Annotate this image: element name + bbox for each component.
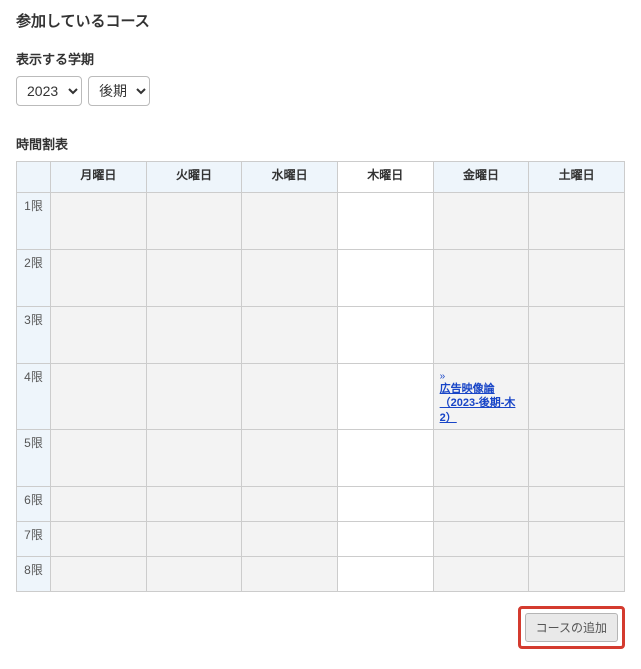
cell [433,521,529,556]
cell [337,556,433,591]
cell [51,364,147,430]
cell [529,429,625,486]
link-arrow-icon: » [440,371,446,382]
cell [146,429,242,486]
cell [51,556,147,591]
cell [146,521,242,556]
cell [433,556,529,591]
cell [337,521,433,556]
cell [51,307,147,364]
cell [146,364,242,430]
cell [51,193,147,250]
cell [529,250,625,307]
cell [529,521,625,556]
period-head-4: 4限 [17,364,51,430]
term-label: 表示する学期 [16,49,625,68]
day-header-sat: 土曜日 [529,162,625,193]
timetable-corner [17,162,51,193]
cell [433,193,529,250]
day-header-wed: 水曜日 [242,162,338,193]
course-link[interactable]: 広告映像論（2023-後期-木2） [440,382,523,425]
period-head-1: 1限 [17,193,51,250]
page-title: 参加しているコース [16,10,625,31]
cell [146,250,242,307]
cell [242,486,338,521]
cell [337,364,433,430]
cell [337,193,433,250]
cell [529,486,625,521]
cell [51,429,147,486]
year-select[interactable]: 2023 [16,76,82,106]
cell [529,556,625,591]
period-head-8: 8限 [17,556,51,591]
cell [529,307,625,364]
cell [337,486,433,521]
cell [51,486,147,521]
cell [337,429,433,486]
cell [337,307,433,364]
cell [433,486,529,521]
timetable: 月曜日 火曜日 水曜日 木曜日 金曜日 土曜日 1限 2限 [16,161,625,592]
cell [242,250,338,307]
period-head-6: 6限 [17,486,51,521]
cell [146,486,242,521]
cell [146,307,242,364]
day-header-tue: 火曜日 [146,162,242,193]
cell [433,250,529,307]
cell: »広告映像論（2023-後期-木2） [433,364,529,430]
cell [242,429,338,486]
cell [51,521,147,556]
period-head-7: 7限 [17,521,51,556]
add-course-button[interactable]: コースの追加 [525,613,618,642]
cell [529,193,625,250]
cell [433,307,529,364]
cell [242,556,338,591]
cell [146,193,242,250]
cell [146,556,242,591]
timetable-label: 時間割表 [16,134,625,153]
cell [242,307,338,364]
cell [51,250,147,307]
cell [242,193,338,250]
semester-select[interactable]: 後期 [88,76,150,106]
day-header-thu: 木曜日 [337,162,433,193]
cell [529,364,625,430]
cell [337,250,433,307]
day-header-mon: 月曜日 [51,162,147,193]
period-head-2: 2限 [17,250,51,307]
day-header-fri: 金曜日 [433,162,529,193]
period-head-5: 5限 [17,429,51,486]
cell [242,521,338,556]
add-course-highlight: コースの追加 [518,606,625,649]
cell [433,429,529,486]
cell [242,364,338,430]
period-head-3: 3限 [17,307,51,364]
